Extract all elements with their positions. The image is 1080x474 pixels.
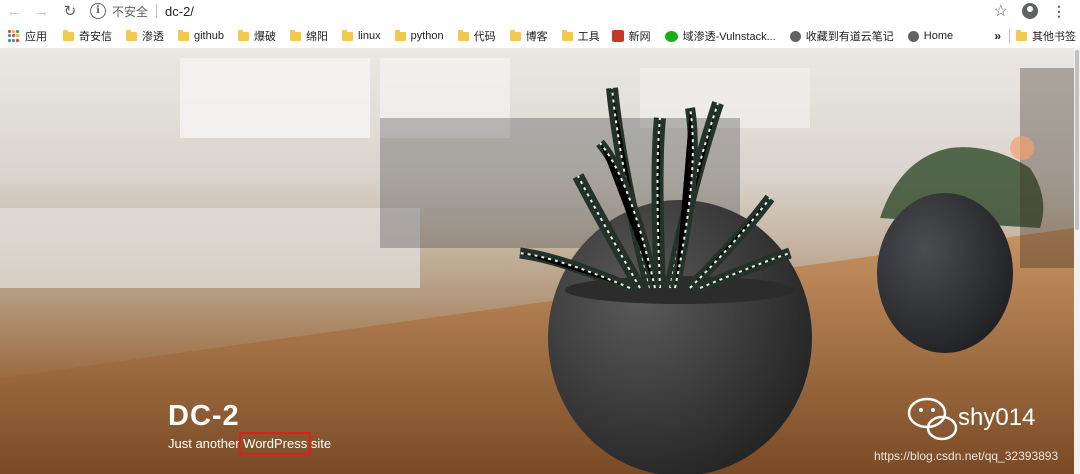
bookmark-label: python bbox=[410, 30, 444, 42]
folder-icon bbox=[63, 29, 74, 41]
watermark-url: https://blog.csdn.net/qq_32393893 bbox=[874, 449, 1059, 463]
bookmark-label: Home bbox=[923, 30, 954, 42]
divider bbox=[1009, 29, 1010, 43]
url-text[interactable]: dc-2/ bbox=[165, 4, 194, 19]
bookmark-folder[interactable]: 爆破 bbox=[237, 28, 276, 44]
folder-icon bbox=[509, 29, 521, 41]
bookmark-label: 代码 bbox=[473, 31, 496, 43]
bookmark-folder[interactable]: linux bbox=[341, 29, 381, 42]
folder-icon bbox=[341, 29, 353, 41]
forward-button[interactable]: → bbox=[28, 3, 56, 20]
bookmark-link[interactable]: Home bbox=[907, 30, 954, 42]
bookmark-folder[interactable]: 渗透 bbox=[126, 28, 164, 44]
site-tagline: Just another WordPress site bbox=[168, 432, 332, 455]
bookmark-label: 爆破 bbox=[253, 31, 276, 43]
reload-button[interactable]: ↻ bbox=[56, 2, 84, 20]
header-image bbox=[0, 48, 1074, 474]
site-icon bbox=[611, 30, 624, 42]
info-icon[interactable]: i bbox=[90, 3, 106, 19]
apps-icon bbox=[8, 30, 20, 42]
bookmark-link[interactable]: 收藏到有道云笔记 bbox=[789, 28, 894, 44]
bookmark-folder[interactable]: github bbox=[178, 29, 224, 42]
toolbar-actions: ☆ ⋮ bbox=[994, 1, 1066, 21]
bookmark-label: 收藏到有道云笔记 bbox=[805, 31, 894, 43]
bookmarks-overflow-button[interactable]: » bbox=[994, 29, 1001, 43]
security-label: 不安全 bbox=[112, 4, 149, 19]
bookmark-folder[interactable]: python bbox=[394, 29, 444, 42]
bookmark-link[interactable]: 新网 bbox=[611, 28, 651, 44]
folder-icon bbox=[457, 29, 469, 41]
back-button[interactable]: ← bbox=[0, 3, 28, 20]
other-bookmarks[interactable]: 其他书签 bbox=[1016, 28, 1076, 44]
tagline-highlight-wordpress: WordPress bbox=[239, 432, 312, 455]
bookmark-star-icon[interactable]: ☆ bbox=[994, 1, 1008, 21]
bookmark-folder[interactable]: 工具 bbox=[561, 28, 600, 44]
site-title[interactable]: DC-2 bbox=[168, 400, 240, 433]
bookmark-folder[interactable]: 绵阳 bbox=[289, 28, 328, 44]
folder-icon bbox=[289, 29, 301, 41]
folder-icon bbox=[237, 29, 249, 41]
folder-icon bbox=[126, 29, 137, 41]
globe-icon bbox=[789, 30, 801, 42]
bookmark-folder[interactable]: 奇安信 bbox=[63, 28, 112, 44]
other-bookmarks-label: 其他书签 bbox=[1032, 31, 1076, 43]
bookmark-label: 工具 bbox=[577, 31, 600, 43]
plant-photo bbox=[0, 58, 1074, 474]
bookmark-label: 绵阳 bbox=[305, 31, 328, 43]
watermark-name: shy014 bbox=[958, 404, 1036, 431]
bookmarks-bar: 应用 奇安信 渗透 github 爆破 绵阳 linux python 代码 博… bbox=[0, 24, 1080, 48]
address-bar[interactable]: i 不安全 dc-2/ bbox=[90, 0, 994, 22]
wechat-icon bbox=[664, 30, 678, 42]
tagline-text: Just another bbox=[168, 436, 244, 451]
scrollbar-thumb[interactable] bbox=[1075, 50, 1079, 230]
folder-icon bbox=[178, 29, 189, 41]
bookmark-label: 新网 bbox=[628, 31, 651, 43]
page-scrollbar[interactable] bbox=[1074, 48, 1080, 474]
bookmark-label: linux bbox=[357, 30, 381, 42]
bookmark-label: github bbox=[194, 30, 224, 42]
divider bbox=[156, 4, 158, 18]
bookmark-folder[interactable]: 代码 bbox=[457, 28, 496, 44]
bookmark-link[interactable]: 域渗透-Vulnstack... bbox=[664, 28, 776, 44]
bookmark-label: 域渗透-Vulnstack... bbox=[682, 31, 776, 43]
folder-icon bbox=[1016, 29, 1027, 41]
tagline-text: site bbox=[307, 436, 332, 451]
globe-icon bbox=[907, 30, 919, 42]
menu-icon[interactable]: ⋮ bbox=[1052, 4, 1066, 18]
browser-toolbar: ← → ↻ i 不安全 dc-2/ ☆ ⋮ bbox=[0, 0, 1080, 22]
bookmark-folder[interactable]: 博客 bbox=[509, 28, 548, 44]
account-icon[interactable] bbox=[1022, 3, 1038, 19]
folder-icon bbox=[561, 29, 573, 41]
bookmark-label: 博客 bbox=[525, 31, 548, 43]
bookmark-label: 渗透 bbox=[142, 31, 164, 43]
bookmark-label: 奇安信 bbox=[79, 31, 112, 43]
folder-icon bbox=[394, 29, 406, 41]
nav-buttons: ← → ↻ bbox=[0, 2, 84, 21]
bookmark-apps[interactable]: 应用 bbox=[8, 28, 47, 44]
bookmark-label: 应用 bbox=[25, 31, 47, 43]
